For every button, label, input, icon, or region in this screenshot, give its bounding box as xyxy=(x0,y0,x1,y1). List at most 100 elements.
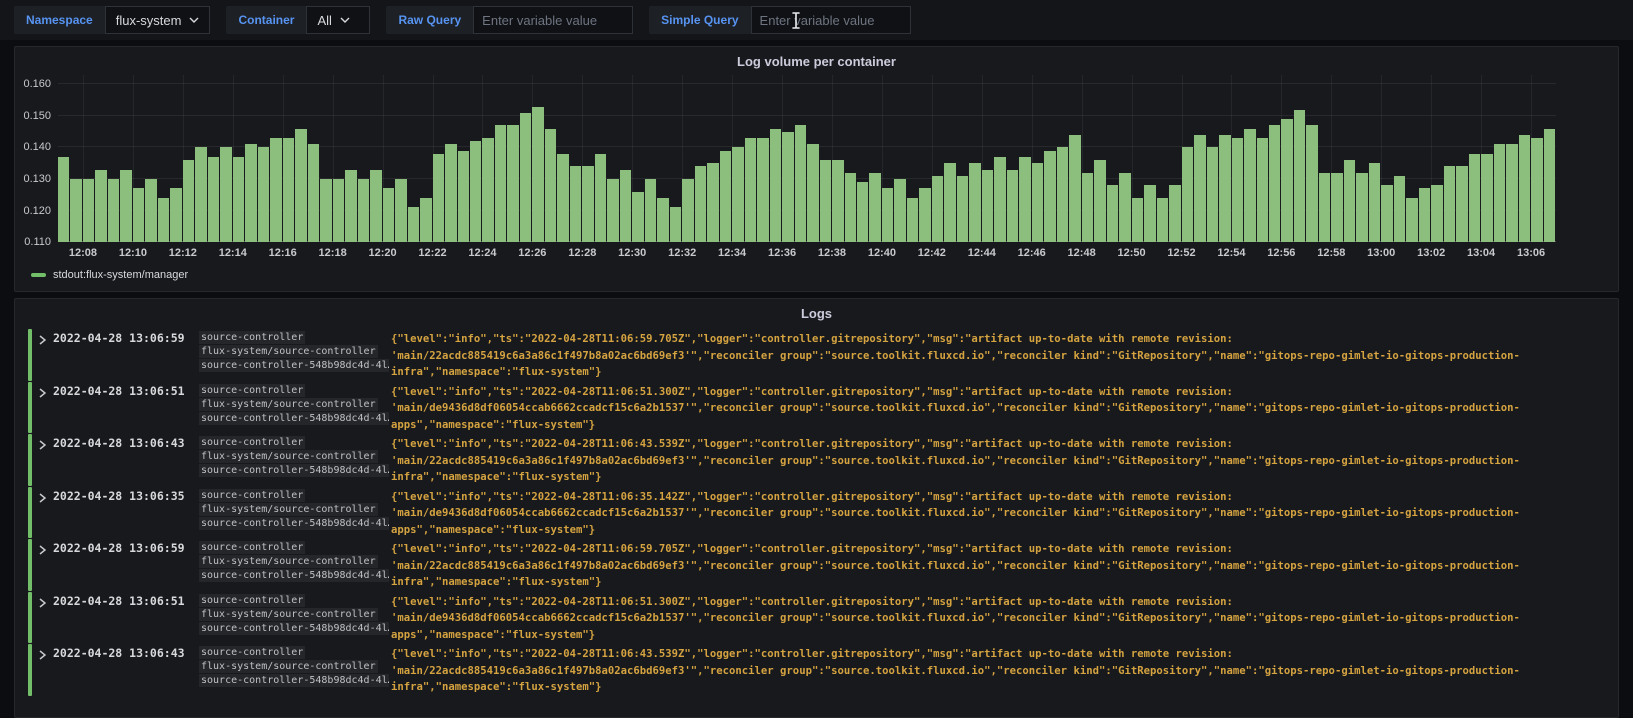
chevron-right-icon[interactable] xyxy=(39,382,53,434)
log-timestamp: 2022-04-28 13:06:59 xyxy=(53,331,185,345)
container-select[interactable]: All xyxy=(306,6,371,34)
x-tick-label: 12:52 xyxy=(1167,247,1196,259)
bar xyxy=(644,178,657,242)
y-tick-label: 0.110 xyxy=(24,236,51,248)
log-row[interactable]: 2022-04-28 13:06:59 source-controller flux… xyxy=(28,539,1610,591)
bar xyxy=(232,156,245,242)
bar xyxy=(1531,138,1543,242)
x-tick-label: 12:28 xyxy=(568,247,597,259)
y-axis-labels: 0.160 0.150 0.140 0.130 0.120 0.110 xyxy=(15,75,51,248)
bar xyxy=(1518,134,1531,242)
log-row[interactable]: 2022-04-28 13:06:43 source-controller flux… xyxy=(28,434,1610,486)
log-label: source-controller xyxy=(199,488,306,502)
legend-item-stdout-manager[interactable]: stdout:flux-system/manager xyxy=(31,269,188,281)
log-row[interactable]: 2022-04-28 13:06:59 source-controller flux… xyxy=(28,329,1610,381)
raw-query-input[interactable] xyxy=(473,6,634,34)
bar xyxy=(95,169,107,242)
log-label: flux-system/source-controller xyxy=(199,397,378,411)
bar-series xyxy=(58,75,1556,242)
bar xyxy=(794,125,807,242)
panel-logs: Logs 2022-04-28 13:06:59 source-controlle… xyxy=(14,298,1619,718)
bar xyxy=(320,178,332,242)
panel-title-log-volume[interactable]: Log volume per container xyxy=(15,47,1618,69)
bar xyxy=(557,153,569,242)
bar xyxy=(1481,153,1493,242)
bar xyxy=(894,178,906,242)
log-row[interactable]: 2022-04-28 13:06:43 source-controller flux… xyxy=(28,644,1610,696)
log-volume-plot[interactable] xyxy=(58,75,1556,242)
chevron-right-icon[interactable] xyxy=(39,539,53,591)
bar xyxy=(1181,147,1194,242)
chevron-right-icon[interactable] xyxy=(39,329,53,381)
x-tick-label: 12:22 xyxy=(418,247,447,259)
x-axis-labels: 12:08 12:10 12:12 12:14 12:16 12:18 12:20 12:22… xyxy=(58,247,1556,263)
bar xyxy=(507,125,519,242)
bar xyxy=(1443,166,1456,242)
x-tick-label: 12:40 xyxy=(867,247,896,259)
bar xyxy=(382,188,395,242)
log-labels: source-controller flux-system/source-cont… xyxy=(199,487,391,539)
chevron-right-icon[interactable] xyxy=(39,644,53,696)
x-tick-label: 13:04 xyxy=(1467,247,1496,259)
bar xyxy=(332,178,345,242)
bar xyxy=(969,163,981,242)
bar xyxy=(732,147,744,242)
bar xyxy=(432,153,445,242)
log-timestamp: 2022-04-28 13:06:51 xyxy=(53,383,185,398)
panel-title-logs[interactable]: Logs xyxy=(15,299,1618,321)
bar xyxy=(107,178,120,242)
bar xyxy=(1381,185,1393,242)
bar xyxy=(482,138,494,242)
chevron-right-icon[interactable] xyxy=(39,434,53,486)
chevron-right-icon[interactable] xyxy=(39,487,53,539)
x-tick-label: 12:10 xyxy=(118,247,147,259)
text-cursor-icon xyxy=(791,12,801,34)
x-tick-label: 12:58 xyxy=(1317,247,1346,259)
log-row[interactable]: 2022-04-28 13:06:35 source-controller flux… xyxy=(28,486,1610,539)
namespace-select[interactable]: flux-system xyxy=(104,6,211,34)
bar xyxy=(1169,185,1181,242)
x-tick-label: 13:00 xyxy=(1367,247,1396,259)
bar xyxy=(469,141,482,242)
bar xyxy=(70,178,82,242)
chevron-right-icon[interactable] xyxy=(39,592,53,644)
bar xyxy=(1393,175,1406,242)
bar xyxy=(445,144,457,242)
bar xyxy=(1468,153,1481,242)
log-label: source-controller-548b98dc4d-4l… xyxy=(199,621,389,635)
dashboard-toolbar: Namespace flux-system Container All Raw … xyxy=(0,0,1633,40)
log-message: {"level":"info","ts":"2022-04-28T11:06:5… xyxy=(391,333,1520,378)
variable-label-container: Container xyxy=(226,6,307,34)
log-label: source-controller xyxy=(199,331,306,344)
legend-series-label: stdout:flux-system/manager xyxy=(53,269,189,281)
log-label: source-controller xyxy=(199,541,306,554)
log-row[interactable]: 2022-04-28 13:06:51 source-controller flux… xyxy=(28,591,1610,644)
log-label: source-controller xyxy=(199,646,306,659)
log-row[interactable]: 2022-04-28 13:06:51 source-controller flux… xyxy=(28,381,1610,434)
log-level-bar xyxy=(28,591,32,643)
log-level-bar xyxy=(28,381,32,433)
log-label: flux-system/source-controller xyxy=(199,607,378,621)
log-timestamp: 2022-04-28 13:06:59 xyxy=(53,541,185,555)
bar xyxy=(1231,138,1244,242)
simple-query-input[interactable] xyxy=(750,6,911,34)
log-label: source-controller-548b98dc4d-4l… xyxy=(199,359,389,372)
bar xyxy=(1106,185,1119,242)
variable-raw-query: Raw Query xyxy=(386,6,634,34)
log-timestamp: 2022-04-28 13:06:43 xyxy=(53,436,185,450)
log-message: {"level":"info","ts":"2022-04-28T11:06:5… xyxy=(391,543,1520,588)
bar xyxy=(207,156,220,242)
bar xyxy=(719,150,732,242)
bar xyxy=(1081,172,1094,242)
bar xyxy=(1156,197,1169,242)
x-tick-label: 13:02 xyxy=(1417,247,1446,259)
bar xyxy=(1281,119,1293,242)
bar xyxy=(1431,185,1443,242)
log-labels: source-controller flux-system/source-cont… xyxy=(199,329,391,381)
bar xyxy=(370,169,382,242)
log-label: source-controller-548b98dc4d-4l… xyxy=(199,674,389,687)
bar xyxy=(170,188,182,242)
log-label: flux-system/source-controller xyxy=(199,502,378,516)
log-label: source-controller xyxy=(199,593,306,607)
bar xyxy=(619,169,632,242)
